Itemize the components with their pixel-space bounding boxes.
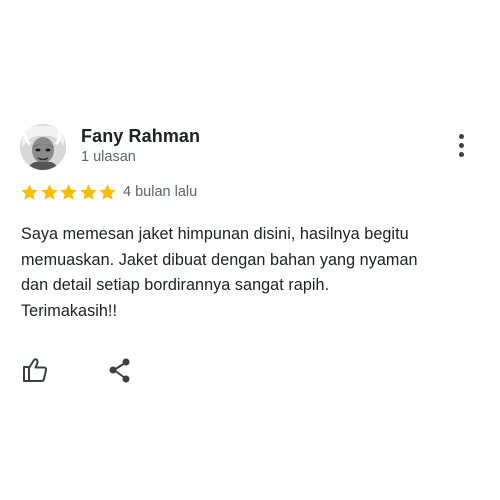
- star-icon: [99, 184, 116, 200]
- star-icon: [21, 184, 38, 200]
- review-text: Saya memesan jaket himpunan disini, hasi…: [21, 222, 481, 325]
- star-rating: [20, 183, 118, 203]
- thumbs-up-icon: [23, 358, 48, 382]
- star-icon: [40, 184, 58, 200]
- more-options-button[interactable]: [452, 132, 472, 162]
- more-vertical-icon-dot: [459, 134, 464, 139]
- reviewer-name[interactable]: Fany Rahman: [81, 126, 200, 147]
- review-text-line: Saya memesan jaket himpunan disini, hasi…: [21, 225, 409, 243]
- review-text-line: dan detail setiap bordirannya sangat rap…: [21, 276, 330, 295]
- review-count: 1 ulasan: [81, 149, 136, 165]
- review-card: Fany Rahman 1 ulasan 4 bulan lalu Saya m…: [0, 0, 500, 500]
- star-icon: [60, 184, 77, 200]
- share-button[interactable]: [105, 355, 135, 385]
- review-time: 4 bulan lalu: [123, 184, 198, 200]
- more-vertical-icon-dot: [459, 152, 464, 157]
- review-text-line: Terimakasih!!: [21, 302, 118, 321]
- like-button[interactable]: [20, 355, 50, 385]
- avatar[interactable]: [20, 124, 66, 170]
- star-icon: [79, 184, 97, 200]
- avatar-image: [20, 124, 66, 170]
- share-icon: [109, 358, 130, 383]
- review-text-line: memuaskan. Jaket dibuat dengan bahan yan…: [21, 250, 418, 269]
- more-vertical-icon-dot: [459, 143, 464, 148]
